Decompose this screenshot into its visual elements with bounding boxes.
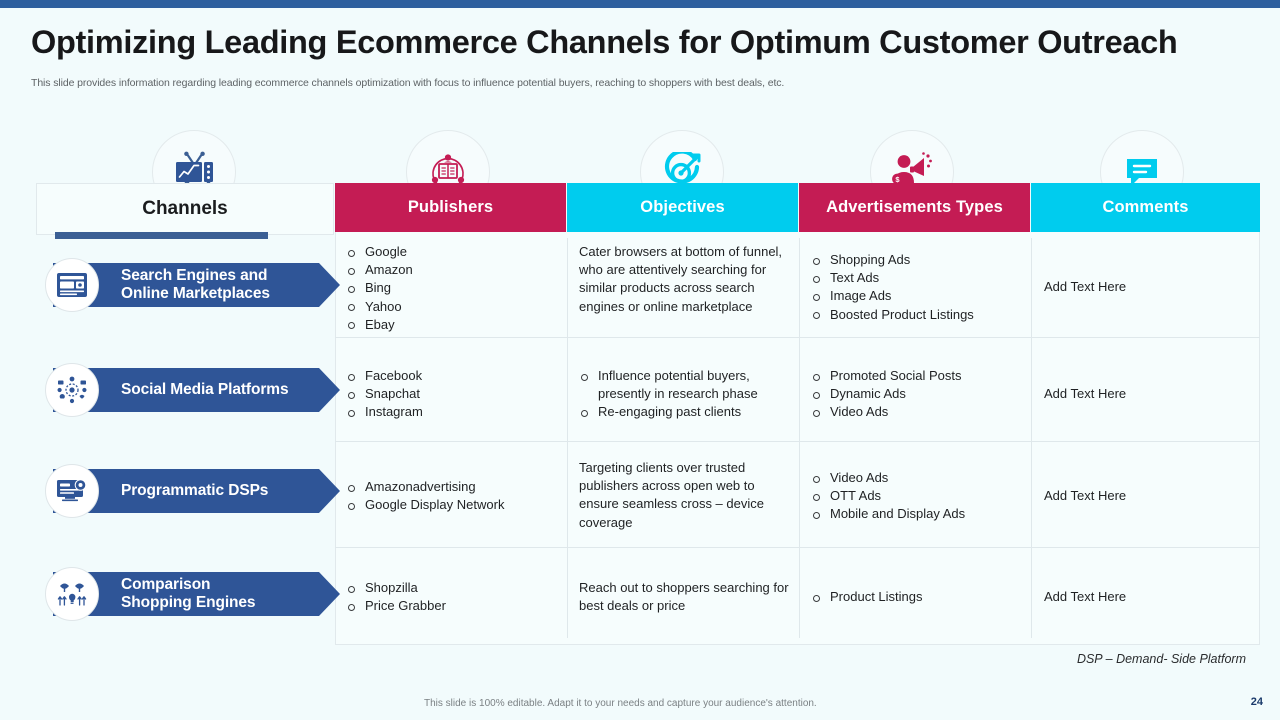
cell-text: Add Text Here [1044, 589, 1127, 604]
bullet-list: Influence potential buyers, presently in… [579, 367, 791, 422]
chip-arrow [319, 263, 340, 307]
list-item: Video Ads [811, 403, 1025, 421]
cell-comments-row-1[interactable]: Add Text Here [1044, 278, 1244, 296]
list-item: Yahoo [346, 298, 561, 316]
list-item: Mobile and Display Ads [811, 505, 1025, 523]
column-header-objectives[interactable]: Objectives [567, 183, 798, 232]
chip-arrow [319, 469, 340, 513]
channel-label-line2: Online Marketplaces [121, 285, 270, 302]
bullet-list: Product Listings [811, 588, 1025, 606]
channel-chip-programmatic-dsps[interactable]: Programmatic DSPs [45, 464, 340, 518]
channel-chip-comparison-shopping[interactable]: Comparison Shopping Engines [45, 567, 340, 621]
editable-footer-note: This slide is 100% editable. Adapt it to… [424, 698, 817, 709]
list-item: Google [346, 243, 561, 261]
channel-label-line1: Programmatic DSPs [121, 482, 269, 499]
list-item: Facebook [346, 367, 561, 385]
channel-chip-social-media[interactable]: Social Media Platforms [45, 363, 340, 417]
list-item: Google Display Network [346, 496, 561, 514]
column-header-advertisements-types[interactable]: Advertisements Types [799, 183, 1030, 232]
list-item: Shopzilla [346, 579, 561, 597]
slide-root: Optimizing Leading Ecommerce Channels fo… [0, 0, 1280, 720]
cell-publishers-row-1: Google Amazon Bing Yahoo Ebay [346, 243, 561, 334]
cell-objectives-row-3: Targeting clients over trusted publisher… [579, 459, 791, 532]
chip-arrow [319, 368, 340, 412]
cell-comments-row-4[interactable]: Add Text Here [1044, 588, 1244, 606]
list-item: Price Grabber [346, 597, 561, 615]
column-header-publishers[interactable]: Publishers [335, 183, 566, 232]
bullet-list: Shopping Ads Text Ads Image Ads Boosted … [811, 251, 1025, 324]
cell-advertisements-row-4: Product Listings [811, 588, 1025, 606]
list-item: Dynamic Ads [811, 385, 1025, 403]
cell-publishers-row-3: Amazonadvertising Google Display Network [346, 478, 561, 514]
list-item: Amazon [346, 261, 561, 279]
browser-window-icon [45, 258, 99, 312]
row-divider [335, 337, 1260, 338]
list-item: Image Ads [811, 287, 1025, 305]
cell-objectives-row-1: Cater browsers at bottom of funnel, who … [579, 243, 787, 316]
list-item: Influence potential buyers, presently in… [579, 367, 791, 403]
list-item: Video Ads [811, 469, 1025, 487]
channel-label-line1: Social Media Platforms [121, 381, 289, 398]
column-header-label: Advertisements Types [826, 198, 1003, 216]
list-item: Shopping Ads [811, 251, 1025, 269]
cell-text: Add Text Here [1044, 386, 1127, 401]
bullet-list: Promoted Social Posts Dynamic Ads Video … [811, 367, 1025, 422]
list-item: Re-engaging past clients [579, 403, 791, 421]
column-header-label: Comments [1102, 198, 1189, 216]
list-item: Boosted Product Listings [811, 306, 1025, 324]
channels-underline [55, 232, 268, 239]
column-header-comments[interactable]: Comments [1031, 183, 1260, 232]
list-item: Ebay [346, 316, 561, 334]
cell-advertisements-row-3: Video Ads OTT Ads Mobile and Display Ads [811, 469, 1025, 524]
bullet-list: Facebook Snapchat Instagram [346, 367, 561, 422]
channel-chip-search-engines[interactable]: Search Engines and Online Marketplaces [45, 258, 340, 312]
channels-header-label: Channels [142, 198, 228, 219]
channel-label-line2: Shopping Engines [121, 594, 256, 611]
cell-objectives-row-4: Reach out to shoppers searching for best… [579, 579, 793, 615]
channels-header-cell: Channels [36, 183, 334, 235]
bullet-list: Amazonadvertising Google Display Network [346, 478, 561, 514]
cell-advertisements-row-1: Shopping Ads Text Ads Image Ads Boosted … [811, 251, 1025, 324]
row-divider [335, 441, 1260, 442]
cell-text: Add Text Here [1044, 279, 1127, 294]
cell-text: Targeting clients over trusted publisher… [579, 460, 764, 530]
list-item: Bing [346, 279, 561, 297]
cell-text: Cater browsers at bottom of funnel, who … [579, 244, 783, 314]
cell-comments-row-3[interactable]: Add Text Here [1044, 487, 1244, 505]
page-number: 24 [1250, 696, 1263, 708]
compare-bulb-icon [45, 567, 99, 621]
list-item: Instagram [346, 403, 561, 421]
bullet-list: Video Ads OTT Ads Mobile and Display Ads [811, 469, 1025, 524]
row-divider [335, 547, 1260, 548]
cell-comments-row-2[interactable]: Add Text Here [1044, 385, 1244, 403]
column-header-label: Objectives [640, 198, 725, 216]
bullet-list: Shopzilla Price Grabber [346, 579, 561, 615]
column-header-label: Publishers [407, 198, 494, 216]
list-item: Snapchat [346, 385, 561, 403]
dsp-footnote: DSP – Demand- Side Platform [1076, 652, 1246, 666]
channel-label-line1: Comparison [121, 576, 211, 593]
top-accent-bar [0, 0, 1280, 8]
chip-arrow [319, 572, 340, 616]
monitor-gear-icon [45, 464, 99, 518]
bullet-list: Google Amazon Bing Yahoo Ebay [346, 243, 561, 334]
list-item: Product Listings [811, 588, 1025, 606]
cell-publishers-row-2: Facebook Snapchat Instagram [346, 367, 561, 422]
cell-text: Add Text Here [1044, 488, 1127, 503]
list-item: Amazonadvertising [346, 478, 561, 496]
column-divider [1031, 238, 1032, 638]
cell-advertisements-row-2: Promoted Social Posts Dynamic Ads Video … [811, 367, 1025, 422]
social-network-icon [45, 363, 99, 417]
list-item: OTT Ads [811, 487, 1025, 505]
column-divider [567, 238, 568, 638]
page-title: Optimizing Leading Ecommerce Channels fo… [31, 24, 1178, 60]
column-divider [799, 238, 800, 638]
list-item: Text Ads [811, 269, 1025, 287]
list-item: Promoted Social Posts [811, 367, 1025, 385]
page-subtitle: This slide provides information regardin… [31, 77, 785, 89]
cell-objectives-row-2: Influence potential buyers, presently in… [579, 367, 791, 422]
channel-label-line1: Search Engines and [121, 267, 268, 284]
cell-publishers-row-4: Shopzilla Price Grabber [346, 579, 561, 615]
cell-text: Reach out to shoppers searching for best… [579, 580, 789, 614]
